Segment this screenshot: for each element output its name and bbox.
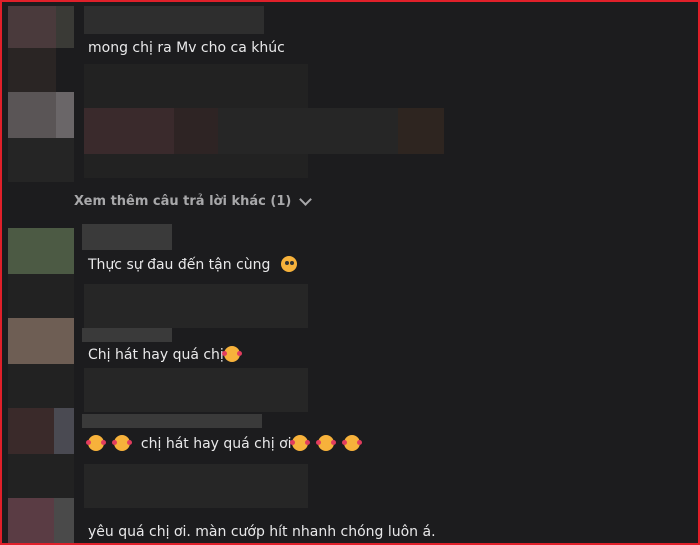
blurred-avatar (54, 408, 74, 454)
comment-text: mong chị ra Mv cho ca khúc (88, 40, 285, 56)
blurred-name (82, 224, 172, 250)
blurred-avatar (8, 274, 74, 318)
blurred-avatar (56, 6, 74, 48)
blurred-block (84, 284, 308, 328)
blurred-avatar (8, 48, 56, 92)
blurred-block (84, 64, 308, 108)
blurred-avatar (8, 92, 56, 138)
blurred-block (84, 154, 308, 178)
comment-text: yêu quá chị ơi. màn cướp hít nhanh chóng… (88, 524, 436, 540)
view-more-replies-link[interactable]: Xem thêm câu trả lời khác (1) (74, 193, 313, 209)
blurred-avatar (56, 92, 74, 138)
blurred-name (82, 328, 172, 342)
smiling-face-with-hearts-icon (342, 435, 363, 451)
comment-text: Chị hát hay quá chị (88, 346, 242, 363)
blurred-block (84, 368, 308, 412)
blurred-name (84, 6, 264, 34)
smiling-face-with-hearts-icon (316, 435, 337, 451)
blurred-avatar (8, 454, 74, 498)
blurred-name (82, 414, 262, 428)
smiling-face-with-hearts-icon (221, 346, 242, 362)
blurred-avatar (8, 364, 74, 408)
blurred-avatar (8, 408, 54, 454)
comment-text: chị hát hay quá chị ơi (86, 435, 363, 452)
smiling-face-with-hearts-icon (86, 435, 106, 451)
blurred-block (84, 464, 308, 508)
chevron-down-icon (299, 193, 313, 206)
blurred-avatar (54, 498, 74, 543)
blurred-block (174, 108, 218, 154)
smiling-face-with-hearts-icon (112, 435, 133, 451)
blurred-avatar (8, 228, 74, 274)
blurred-block (398, 108, 444, 154)
blurred-avatar (8, 138, 74, 182)
smiling-face-with-hearts-icon (289, 435, 310, 451)
comments-panel: mong chị ra Mv cho ca khúc Xem thêm câu … (0, 0, 700, 545)
comment-text: Thực sự đau đến tận cùng (88, 256, 297, 273)
blurred-avatar (8, 318, 74, 364)
blurred-block (84, 108, 174, 154)
pleading-face-icon (280, 256, 297, 272)
blurred-avatar (8, 498, 54, 543)
blurred-avatar (8, 6, 56, 48)
